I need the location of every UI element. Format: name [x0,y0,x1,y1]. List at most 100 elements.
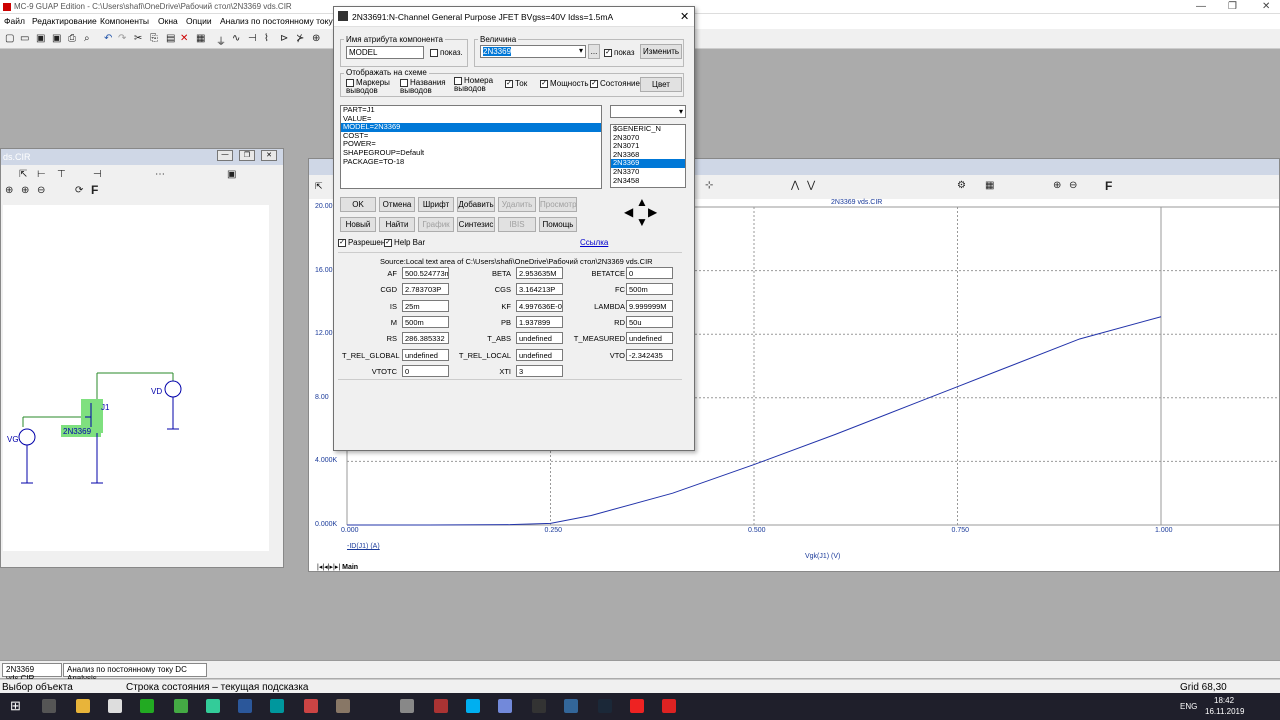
component-icon[interactable]: ⊢ [37,169,46,180]
app-icon-green[interactable] [140,699,154,713]
link[interactable]: Ссылка [580,238,608,247]
grid-icon[interactable]: ▦ [196,33,205,44]
param-value-field[interactable]: 50u [626,315,673,328]
menu-dc-analysis[interactable]: Анализ по постоянному току DC [220,16,347,26]
valley-icon[interactable]: ⋁ [807,180,815,191]
app-icon-teal[interactable] [206,699,220,713]
attribute-item[interactable]: PART=J1 [341,106,601,115]
param-value-field[interactable]: 25m [402,299,449,312]
new-button[interactable]: Новый [340,217,376,232]
param-value-field[interactable]: 0 [402,364,449,377]
font-button[interactable]: Шрифт [418,197,454,212]
param-value-field[interactable]: 9.999999M [626,299,673,312]
param-value-field[interactable]: 500m [402,315,449,328]
param-value-field[interactable]: 3.164213P [516,283,563,296]
skype-icon[interactable] [466,699,480,713]
pin-names-checkbox[interactable]: Названия выводов [400,79,450,95]
start-icon[interactable]: ⊞ [10,698,21,714]
param-value-field[interactable]: 0 [626,267,673,279]
menu-edit[interactable]: Редактирование [32,16,97,26]
param-value-field[interactable]: 3 [516,364,563,377]
wire-icon[interactable]: ∿ [232,33,240,44]
open-icon[interactable]: ▭ [20,33,29,44]
ground-icon[interactable]: ⏚ [216,33,226,48]
plot-font-icon[interactable]: F [1105,179,1112,193]
print-icon[interactable]: ⎙ [68,33,76,44]
attr-name-field[interactable]: MODEL [346,46,424,59]
font-icon[interactable]: F [91,183,98,197]
param-value-field[interactable]: 1.937899 [516,315,563,328]
param-value-field[interactable]: 286.385332 [402,332,449,345]
arrow-up-icon[interactable]: ▲ [636,195,648,209]
param-value-field[interactable]: 500m [626,283,673,296]
filter-dropdown[interactable]: ▾ [610,105,686,118]
menu-file[interactable]: Файл [4,16,25,26]
paste-icon[interactable]: ▤ [166,33,175,44]
transistor-icon[interactable]: ⊁ [296,33,304,44]
app-icon-red[interactable] [434,699,448,713]
pin-markers-checkbox[interactable]: Маркеры выводов [346,79,398,95]
dialog-close-icon[interactable]: ✕ [680,10,689,23]
find-button[interactable]: Найти [379,217,415,232]
state-checkbox[interactable]: ✓ Состояние [590,79,640,88]
preview-icon[interactable]: ⌕ [84,33,90,44]
tab-dc-analysis[interactable]: Анализ по постоянному току DC Analysis [63,663,207,683]
param-value-field[interactable]: 500.524773m [402,267,449,279]
color-button[interactable]: Цвет [640,77,682,92]
arrow-right-icon[interactable]: ▶ [648,205,657,219]
model-list[interactable]: $GENERIC_N 2N3070 2N3071 2N3368 2N3369 2N3370… [610,124,686,188]
schematic-minimize-icon[interactable]: — [217,150,233,161]
current-checkbox[interactable]: ✓ Ток [505,79,527,88]
ibis-button[interactable]: IBIS [498,217,536,232]
param-value-field[interactable]: 4.997636E-0 [516,299,563,312]
explorer-icon[interactable] [76,699,90,713]
chrome-icon[interactable] [304,699,318,713]
app-icon-blue[interactable] [564,699,578,713]
pdf-icon[interactable] [662,699,676,713]
tray-date[interactable]: 16.11.2019 [1205,707,1244,716]
attribute-item[interactable]: MODEL=2N3369 [341,123,601,132]
attr-show-checkbox[interactable]: показ. [430,48,463,57]
param-value-field[interactable]: undefined [516,332,563,345]
pin-numbers-checkbox[interactable]: Номера выводов [454,77,504,93]
word-icon[interactable] [238,699,252,713]
param-value-field[interactable]: undefined [626,332,673,345]
delete-button[interactable]: Удалить [498,197,536,212]
tab-schematic[interactable]: 2N3369 vds.CIR [2,663,62,683]
wire-tool-icon[interactable]: ⊣ [93,169,102,180]
maximize-icon[interactable]: ❐ [1228,1,1237,12]
taskview-icon[interactable] [42,699,56,713]
refresh-icon[interactable]: ⟳ [75,185,83,196]
text-icon[interactable]: ⊤ [57,169,66,180]
delete-icon[interactable]: ✕ [180,33,188,44]
browse-button[interactable]: ... [588,44,600,59]
discord-icon[interactable] [498,699,512,713]
plot-pointer-icon[interactable]: ⇱ [315,181,323,192]
attribute-item[interactable]: PACKAGE=TO-18 [341,157,601,167]
enable-checkbox[interactable]: ✓ Разрешен [338,238,385,247]
steam-icon[interactable] [598,699,612,713]
model-item[interactable]: 2N3458 [611,176,685,186]
store-icon[interactable] [108,699,122,713]
cursor-icon[interactable]: ⊹ [705,180,713,191]
change-button[interactable]: Изменить [640,44,682,59]
plot-tab-main[interactable]: Main [342,564,358,571]
cut-icon[interactable]: ✂ [134,33,142,44]
ok-button[interactable]: OK [340,197,376,212]
copy-icon[interactable]: ⎘ [150,33,158,44]
zoom-in-icon[interactable]: ⊕ [5,185,13,196]
zoom-icon[interactable]: ⊕ [21,185,29,196]
schematic-maximize-icon[interactable]: ❐ [239,150,255,161]
param-value-field[interactable]: undefined [402,348,449,361]
plot-zoom-in-icon[interactable]: ⊕ [1053,180,1061,191]
add-button[interactable]: Добавить [457,197,495,212]
attribute-item[interactable]: COST= [341,131,601,141]
diode-icon[interactable]: ⊳ [280,33,288,44]
tray-time[interactable]: 18:42 [1214,696,1234,705]
menu-windows[interactable]: Окна [158,16,178,26]
new-icon[interactable]: ▢ [5,33,14,44]
zoom-out-icon[interactable]: ⊖ [37,185,45,196]
redo-icon[interactable]: ↷ [118,33,126,44]
microcap-icon[interactable] [400,699,414,713]
app-icon-brown[interactable] [336,699,350,713]
